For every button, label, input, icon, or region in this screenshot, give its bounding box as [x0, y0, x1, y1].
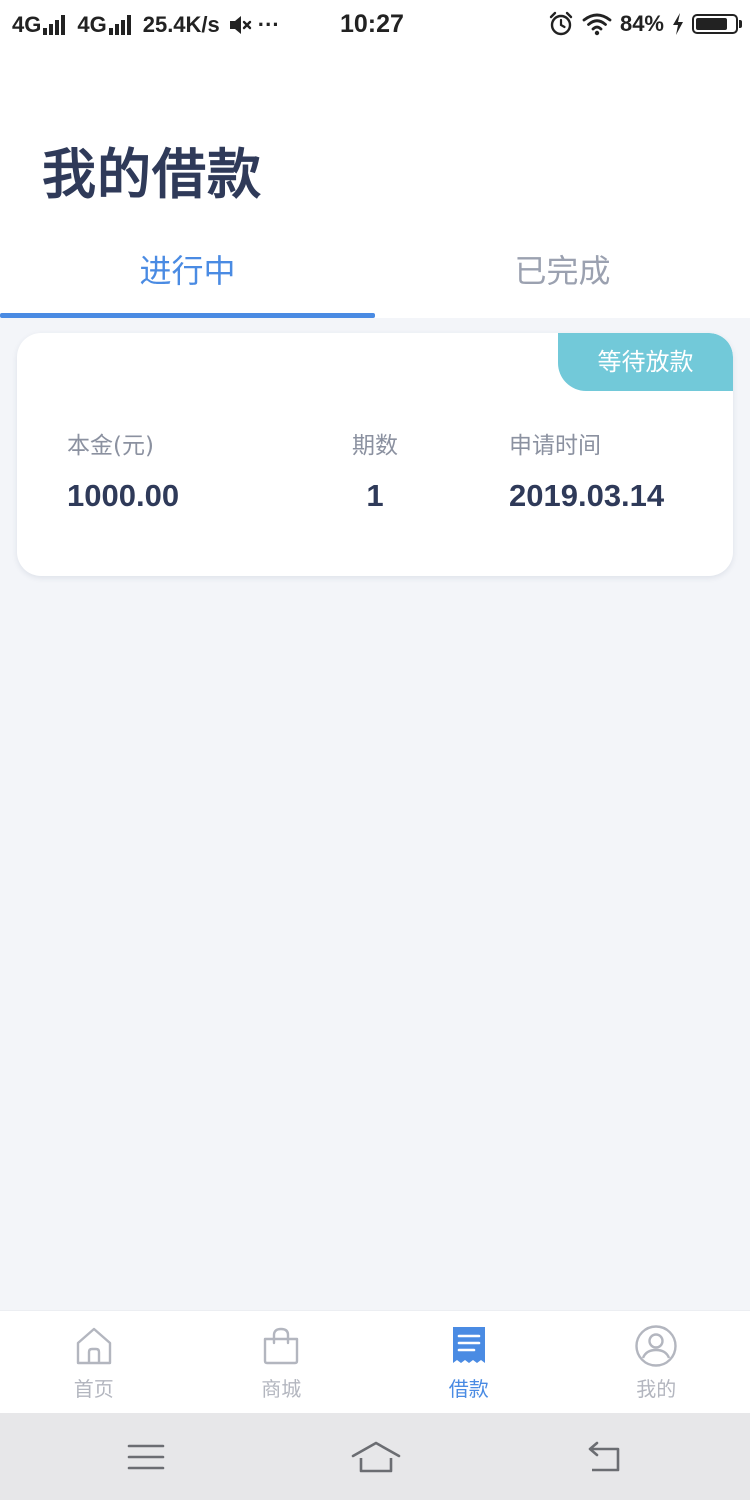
receipt-icon — [447, 1324, 491, 1368]
nav-mall[interactable]: 商城 — [188, 1311, 376, 1414]
battery-tip — [739, 20, 742, 28]
nav-mall-label: 商城 — [261, 1377, 302, 1401]
apply-time-field: 申请时间 2019.03.14 — [509, 429, 664, 514]
battery-percent: 84% — [619, 11, 664, 36]
status-badge: 等待放款 — [558, 333, 733, 391]
signal-icon-2 — [108, 15, 133, 35]
battery-fill — [696, 18, 727, 30]
battery-icon — [692, 14, 742, 34]
status-bar-left: 4G 4G 25.4K/s ··· — [12, 12, 280, 38]
nav-loan[interactable]: 借款 — [375, 1311, 563, 1414]
back-icon[interactable] — [582, 1435, 626, 1479]
periods-value: 1 — [366, 478, 384, 513]
status-bar-right: 84% — [540, 11, 742, 37]
charging-icon — [673, 13, 683, 35]
network-speed: 25.4K/s — [142, 12, 220, 37]
apply-time-label: 申请时间 — [509, 433, 601, 459]
system-nav-bar — [0, 1413, 750, 1500]
status-time: 10:27 — [340, 10, 404, 38]
shopping-bag-icon — [259, 1324, 303, 1368]
user-icon — [634, 1324, 678, 1368]
signal-icon — [43, 15, 67, 35]
apply-time-value: 2019.03.14 — [509, 478, 665, 513]
tab-completed[interactable]: 已完成 — [375, 244, 750, 318]
home-icon — [72, 1324, 116, 1368]
principal-field: 本金(元) 1000.00 — [67, 429, 179, 514]
menu-icon[interactable] — [124, 1435, 168, 1479]
network-type-1: 4G — [12, 12, 42, 37]
active-tab-indicator — [0, 313, 375, 318]
nav-loan-label: 借款 — [448, 1377, 489, 1401]
nav-mine[interactable]: 我的 — [563, 1311, 750, 1414]
nav-mine-label: 我的 — [636, 1377, 677, 1401]
periods-label: 期数 — [352, 433, 398, 459]
nav-home[interactable]: 首页 — [0, 1311, 188, 1414]
alarm-icon — [549, 11, 573, 36]
tab-in-progress-label: 进行中 — [139, 252, 236, 290]
principal-value: 1000.00 — [67, 478, 180, 513]
tab-completed-label: 已完成 — [514, 252, 611, 290]
status-bar: 4G 4G 25.4K/s ··· 10:27 84% — [0, 0, 750, 52]
principal-label: 本金(元) — [67, 433, 154, 459]
page-title: 我的借款 — [42, 143, 262, 206]
tab-bar: 进行中 已完成 — [0, 244, 750, 318]
wifi-icon — [582, 13, 612, 36]
nav-home-label: 首页 — [73, 1377, 114, 1401]
loan-card[interactable]: 等待放款 本金(元) 1000.00 期数 1 申请时间 2019.03.14 — [17, 333, 733, 576]
network-type-2: 4G — [77, 12, 107, 37]
tab-in-progress[interactable]: 进行中 — [0, 244, 375, 318]
more-indicator: ··· — [257, 12, 280, 37]
home-outline-icon[interactable] — [350, 1435, 402, 1479]
page-header: 我的借款 进行中 已完成 — [0, 52, 750, 318]
bottom-nav: 首页 商城 借款 我的 — [0, 1310, 750, 1414]
periods-field: 期数 1 — [350, 429, 400, 514]
mute-icon — [229, 16, 251, 34]
